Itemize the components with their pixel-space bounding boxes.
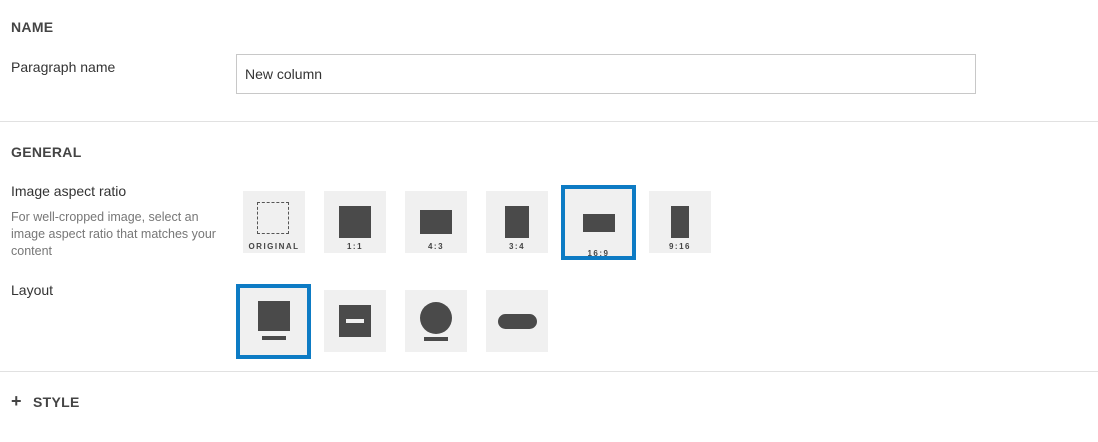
layout-label: Layout bbox=[11, 282, 54, 298]
layout-option-image-top[interactable] bbox=[236, 284, 311, 359]
image-aspect-ratio-help: For well-cropped image, select an image … bbox=[11, 210, 216, 258]
square-ratio-icon bbox=[339, 206, 371, 238]
aspect-option-label: 9:16 bbox=[668, 242, 691, 251]
circle-image-icon bbox=[420, 302, 452, 334]
general-section-title: GENERAL bbox=[11, 144, 82, 160]
pill-shape-icon bbox=[498, 314, 537, 329]
aspect-option-label: 1:1 bbox=[346, 242, 364, 251]
aspect-option-16-9[interactable]: 16:9 bbox=[561, 185, 636, 260]
aspect-option-label: 16:9 bbox=[587, 249, 610, 258]
aspect-option-3-4[interactable]: 3:4 bbox=[486, 191, 548, 253]
landscape-16-9-icon bbox=[583, 214, 615, 232]
section-divider bbox=[0, 371, 1098, 372]
style-section-title: STYLE bbox=[33, 394, 80, 410]
aspect-option-label: ORIGINAL bbox=[248, 242, 300, 251]
aspect-option-label: 4:3 bbox=[427, 242, 445, 251]
style-section-toggle[interactable]: + STYLE bbox=[11, 391, 80, 411]
section-divider bbox=[0, 121, 1098, 122]
layout-option-circle[interactable] bbox=[405, 290, 467, 352]
aspect-option-label: 3:4 bbox=[508, 242, 526, 251]
layout-option-text-overlay[interactable] bbox=[324, 290, 386, 352]
aspect-option-9-16[interactable]: 9:16 bbox=[649, 191, 711, 253]
layout-option-pill[interactable] bbox=[486, 290, 548, 352]
paragraph-name-label: Paragraph name bbox=[11, 59, 116, 75]
image-block-icon bbox=[258, 301, 290, 331]
original-ratio-icon bbox=[257, 202, 289, 234]
aspect-option-1-1[interactable]: 1:1 bbox=[324, 191, 386, 253]
aspect-option-4-3[interactable]: 4:3 bbox=[405, 191, 467, 253]
aspect-option-original[interactable]: ORIGINAL bbox=[243, 191, 305, 253]
portrait-9-16-icon bbox=[671, 206, 689, 238]
expand-plus-icon: + bbox=[11, 391, 22, 411]
caption-line-icon bbox=[262, 336, 286, 340]
overlay-text-line-icon bbox=[346, 319, 364, 323]
name-section-title: NAME bbox=[11, 19, 54, 35]
paragraph-name-input[interactable] bbox=[236, 54, 976, 94]
landscape-4-3-icon bbox=[420, 210, 452, 234]
portrait-3-4-icon bbox=[505, 206, 529, 238]
caption-line-icon bbox=[424, 337, 448, 341]
image-aspect-ratio-label: Image aspect ratio bbox=[11, 183, 127, 199]
